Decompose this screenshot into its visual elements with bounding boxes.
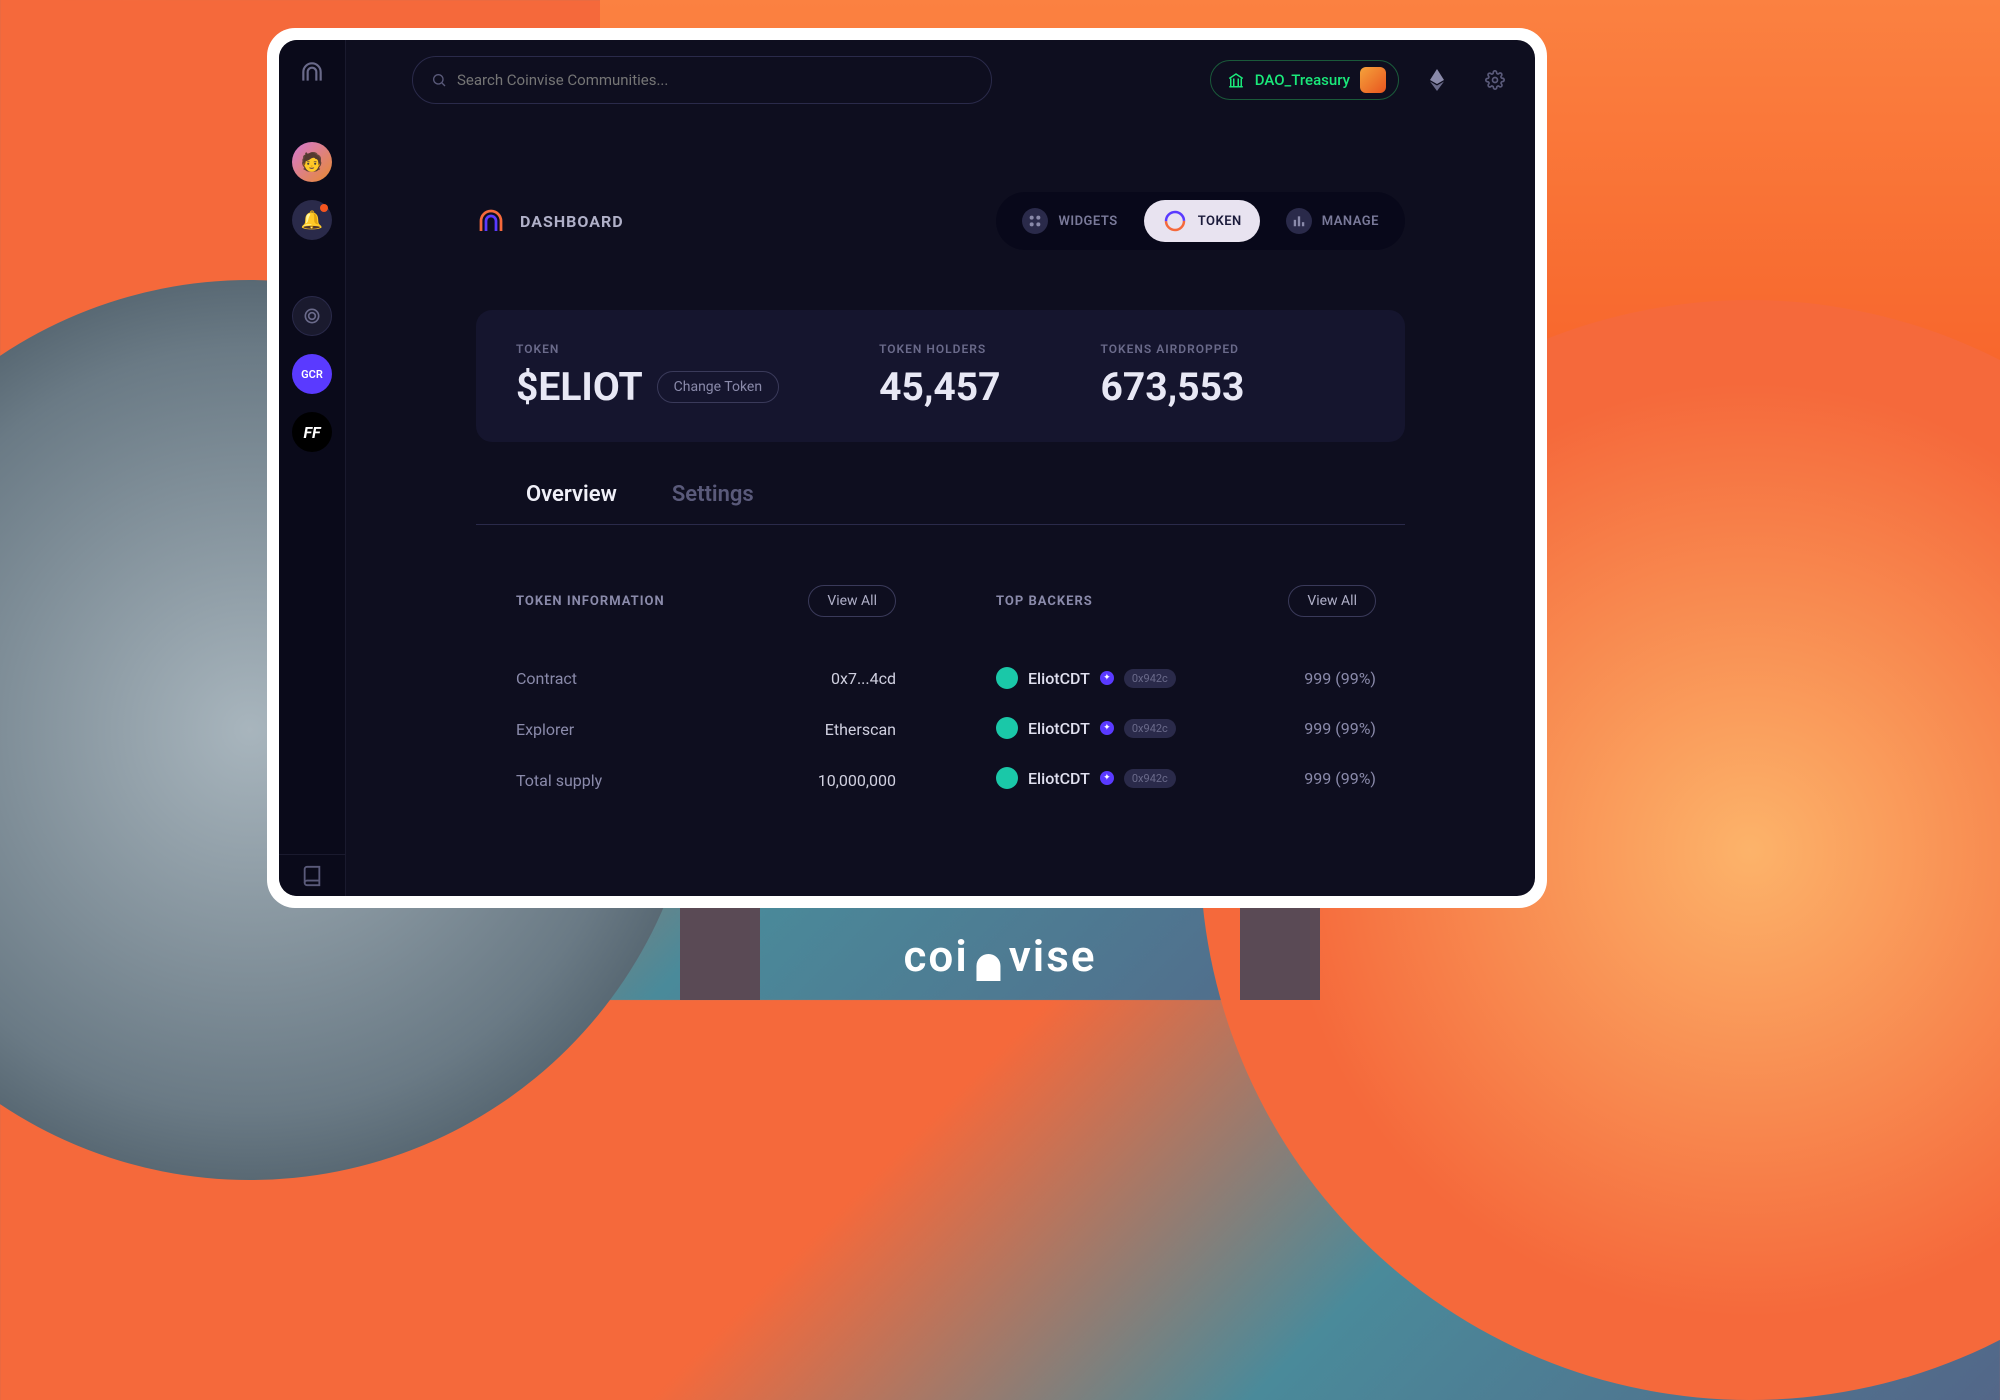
sidebar-item-profile[interactable]: 🧑 bbox=[292, 142, 332, 182]
circle-icon bbox=[302, 306, 322, 326]
search-icon bbox=[431, 72, 447, 88]
backer-name: EliotCDT bbox=[1028, 719, 1090, 738]
tab-label: TOKEN bbox=[1198, 214, 1242, 229]
avatar-icon bbox=[996, 667, 1018, 689]
sidebar-item-notifications[interactable]: 🔔 bbox=[292, 200, 332, 240]
token-icon bbox=[1162, 208, 1188, 234]
view-all-button[interactable]: View All bbox=[808, 585, 896, 617]
app-window: 🧑 🔔 GCR FF bbox=[279, 40, 1535, 896]
subtab-settings[interactable]: Settings bbox=[672, 482, 754, 525]
backer-address: 0x942c bbox=[1124, 719, 1176, 738]
search-input[interactable] bbox=[457, 71, 973, 89]
brand-logo-icon[interactable] bbox=[298, 58, 326, 86]
wallet-avatar-icon bbox=[1360, 67, 1386, 93]
search-input-wrapper[interactable] bbox=[412, 56, 992, 104]
wallet-selector[interactable]: DAO_Treasury bbox=[1210, 60, 1399, 100]
brand-wordmark: coivise bbox=[903, 930, 1096, 982]
backer-row[interactable]: EliotCDT ✦ 0x942c 999 (99%) bbox=[996, 753, 1376, 803]
tab-label: WIDGETS bbox=[1058, 214, 1117, 229]
content: DASHBOARD WIDGETS bbox=[346, 120, 1535, 896]
backer-address: 0x942c bbox=[1124, 769, 1176, 788]
info-value: Etherscan bbox=[825, 720, 896, 739]
info-value: 10,000,000 bbox=[818, 771, 896, 790]
info-row: Explorer Etherscan bbox=[516, 704, 896, 755]
bank-icon bbox=[1227, 71, 1245, 89]
arch-icon bbox=[971, 943, 1007, 977]
main-area: DAO_Treasury DASHBOARD bbox=[346, 40, 1535, 896]
settings-icon[interactable] bbox=[1485, 70, 1505, 90]
token-information-section: TOKEN INFORMATION View All Contract 0x7.… bbox=[516, 585, 896, 896]
stat-label: TOKEN bbox=[516, 342, 779, 356]
tab-token[interactable]: TOKEN bbox=[1144, 200, 1260, 242]
backer-name: EliotCDT bbox=[1028, 769, 1090, 788]
backer-row[interactable]: EliotCDT ✦ 0x942c 999 (99%) bbox=[996, 653, 1376, 703]
overview-columns: TOKEN INFORMATION View All Contract 0x7.… bbox=[476, 585, 1405, 896]
dashboard-header: DASHBOARD WIDGETS bbox=[476, 192, 1405, 250]
backer-row[interactable]: EliotCDT ✦ 0x942c 999 (99%) bbox=[996, 703, 1376, 753]
stat-label: TOKENS AIRDROPPED bbox=[1101, 342, 1245, 356]
view-all-button[interactable]: View All bbox=[1288, 585, 1376, 617]
verified-badge-icon: ✦ bbox=[1100, 671, 1114, 685]
sidebar-item-gcr[interactable]: GCR bbox=[292, 354, 332, 394]
tab-manage[interactable]: MANAGE bbox=[1268, 200, 1397, 242]
backer-name: EliotCDT bbox=[1028, 669, 1090, 688]
stat-value: 673,553 bbox=[1101, 364, 1245, 410]
page-title: DASHBOARD bbox=[520, 212, 624, 231]
info-row: Contract 0x7...4cd bbox=[516, 653, 896, 704]
ethereum-icon bbox=[1430, 69, 1444, 91]
sidebar-item-circle[interactable] bbox=[292, 296, 332, 336]
stats-card: TOKEN $ELIOT Change Token TOKEN HOLDERS … bbox=[476, 310, 1405, 442]
stat-airdropped: TOKENS AIRDROPPED 673,553 bbox=[1101, 342, 1245, 410]
stat-value: 45,457 bbox=[879, 364, 1000, 410]
sidebar-item-ff[interactable]: FF bbox=[292, 412, 332, 452]
subtabs: Overview Settings bbox=[476, 482, 1405, 525]
section-title: TOP BACKERS bbox=[996, 594, 1093, 609]
bell-icon: 🔔 bbox=[301, 210, 323, 231]
info-label: Total supply bbox=[516, 771, 602, 790]
verified-badge-icon: ✦ bbox=[1100, 771, 1114, 785]
backer-value: 999 (99%) bbox=[1304, 719, 1376, 738]
tab-widgets[interactable]: WIDGETS bbox=[1004, 200, 1135, 242]
avatar-icon bbox=[996, 717, 1018, 739]
avatar-icon bbox=[996, 767, 1018, 789]
topbar: DAO_Treasury bbox=[346, 40, 1535, 120]
avatar-icon: 🧑 bbox=[301, 152, 323, 173]
manage-icon bbox=[1286, 208, 1312, 234]
app-frame: 🧑 🔔 GCR FF bbox=[267, 28, 1547, 908]
stat-token: TOKEN $ELIOT Change Token bbox=[516, 342, 779, 410]
book-icon bbox=[301, 865, 323, 887]
verified-badge-icon: ✦ bbox=[1100, 721, 1114, 735]
info-value: 0x7...4cd bbox=[831, 669, 896, 688]
tab-label: MANAGE bbox=[1322, 214, 1379, 229]
backer-value: 999 (99%) bbox=[1304, 769, 1376, 788]
wallet-label: DAO_Treasury bbox=[1255, 71, 1350, 89]
divider bbox=[476, 524, 1405, 525]
stat-holders: TOKEN HOLDERS 45,457 bbox=[879, 342, 1000, 410]
sidebar: 🧑 🔔 GCR FF bbox=[279, 40, 346, 896]
change-token-button[interactable]: Change Token bbox=[657, 371, 779, 403]
info-row: Total supply 10,000,000 bbox=[516, 755, 896, 806]
top-backers-section: TOP BACKERS View All EliotCDT ✦ 0x942c 9… bbox=[996, 585, 1376, 896]
sidebar-item-docs[interactable] bbox=[279, 854, 345, 886]
section-title: TOKEN INFORMATION bbox=[516, 594, 665, 609]
dashboard-tabs: WIDGETS TOKEN MANAGE bbox=[996, 192, 1405, 250]
backer-address: 0x942c bbox=[1124, 669, 1176, 688]
info-label: Explorer bbox=[516, 720, 574, 739]
backer-value: 999 (99%) bbox=[1304, 669, 1376, 688]
stat-label: TOKEN HOLDERS bbox=[879, 342, 1000, 356]
network-selector[interactable] bbox=[1427, 65, 1447, 95]
subtab-overview[interactable]: Overview bbox=[526, 482, 617, 525]
widgets-icon bbox=[1022, 208, 1048, 234]
dashboard-logo-icon bbox=[476, 206, 506, 236]
info-label: Contract bbox=[516, 669, 577, 688]
stat-value: $ELIOT bbox=[516, 364, 643, 410]
